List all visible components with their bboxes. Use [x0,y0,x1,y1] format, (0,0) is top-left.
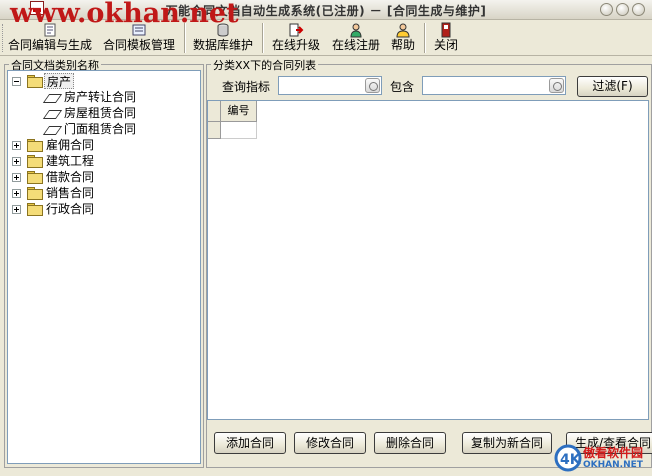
tree-leaf-house-lease[interactable]: 房屋租赁合同 [64,105,136,121]
tree-node-real-estate[interactable]: 房产 [44,73,75,89]
folder-icon [27,155,43,168]
expand-icon[interactable] [12,205,21,214]
title-bar[interactable]: 万能合同文档自动生成系统(已注册) － [合同生成与维护] www.okhan.… [0,0,652,29]
dropdown-button-icon[interactable] [365,78,380,93]
grid-row-indicator[interactable] [208,122,221,139]
minimize-icon[interactable] [600,3,613,16]
toolbar-label: 数据库维护 [192,38,253,52]
contract-list-title: 分类XX下的合同列表 [211,57,319,73]
document-icon [44,124,60,136]
okhan-brand-text: 傲看软件园 [583,446,644,460]
expand-icon[interactable] [12,157,21,166]
document-icon [44,92,60,104]
toolbar-help-button[interactable]: 帮助 [386,20,420,56]
tree-node-employment[interactable]: 雇佣合同 [46,137,94,153]
toolbar-register-button[interactable]: 在线注册 [328,20,384,56]
tree-node-sales[interactable]: 销售合同 [46,185,94,201]
grid-corner-cell[interactable] [208,101,221,122]
okhan-url-text: OKHAN.NET [583,460,643,470]
copy-as-new-contract-button[interactable]: 复制为新合同 [462,432,552,454]
toolbar-label: 合同编辑与生成 [7,38,92,52]
toolbar-close-button[interactable]: 关闭 [430,20,462,56]
contains-label: 包含 [390,80,415,94]
query-field-combobox[interactable] [278,76,382,95]
folder-icon [27,139,43,152]
svg-text:4K: 4K [560,452,582,468]
folder-icon [27,171,43,184]
folder-icon [27,203,43,216]
toolbar-label: 合同模板管理 [102,38,175,52]
category-tree[interactable]: 房产 房产转让合同 房屋租赁合同 门面租赁合同 雇佣合同 建筑工程 借款合同 销… [7,70,201,464]
toolbar-label: 帮助 [390,38,415,52]
contains-input[interactable] [422,76,566,95]
filter-button[interactable]: 过滤(F) [577,76,648,97]
folder-open-icon [27,75,43,88]
dropdown-button-icon[interactable] [549,78,564,93]
toolbar-label: 关闭 [433,38,458,52]
toolbar-upgrade-button[interactable]: 在线升级 [268,20,324,56]
grid-cell[interactable] [221,122,257,139]
expand-icon[interactable] [12,189,21,198]
grid-column-header-number[interactable]: 编号 [221,101,257,122]
toolbar-separator [262,23,264,53]
okhan-logo-icon: 4K [554,444,582,472]
tree-node-construction[interactable]: 建筑工程 [46,153,94,169]
okhan-logo: 4K 傲看软件园 OKHAN.NET [554,443,648,473]
tree-leaf-property-transfer[interactable]: 房产转让合同 [64,89,136,105]
add-contract-button[interactable]: 添加合同 [214,432,286,454]
edit-contract-button[interactable]: 修改合同 [294,432,366,454]
expand-icon[interactable] [12,173,21,182]
folder-icon [27,187,43,200]
watermark-text: www.okhan.net [10,0,239,29]
toolbar-label: 在线注册 [331,38,380,52]
expand-icon[interactable] [12,141,21,150]
document-icon [44,108,60,120]
query-field-label: 查询指标 [222,80,271,94]
close-window-icon[interactable] [632,3,645,16]
tree-leaf-storefront-lease[interactable]: 门面租赁合同 [64,121,136,137]
tree-node-loan[interactable]: 借款合同 [46,169,94,185]
toolbar-label: 在线升级 [271,38,320,52]
delete-contract-button[interactable]: 删除合同 [374,432,446,454]
contract-grid[interactable]: 编号 [207,100,649,420]
tree-node-administrative[interactable]: 行政合同 [46,201,94,217]
collapse-icon[interactable] [12,77,21,86]
toolbar-separator [424,23,426,53]
maximize-icon[interactable] [616,3,629,16]
